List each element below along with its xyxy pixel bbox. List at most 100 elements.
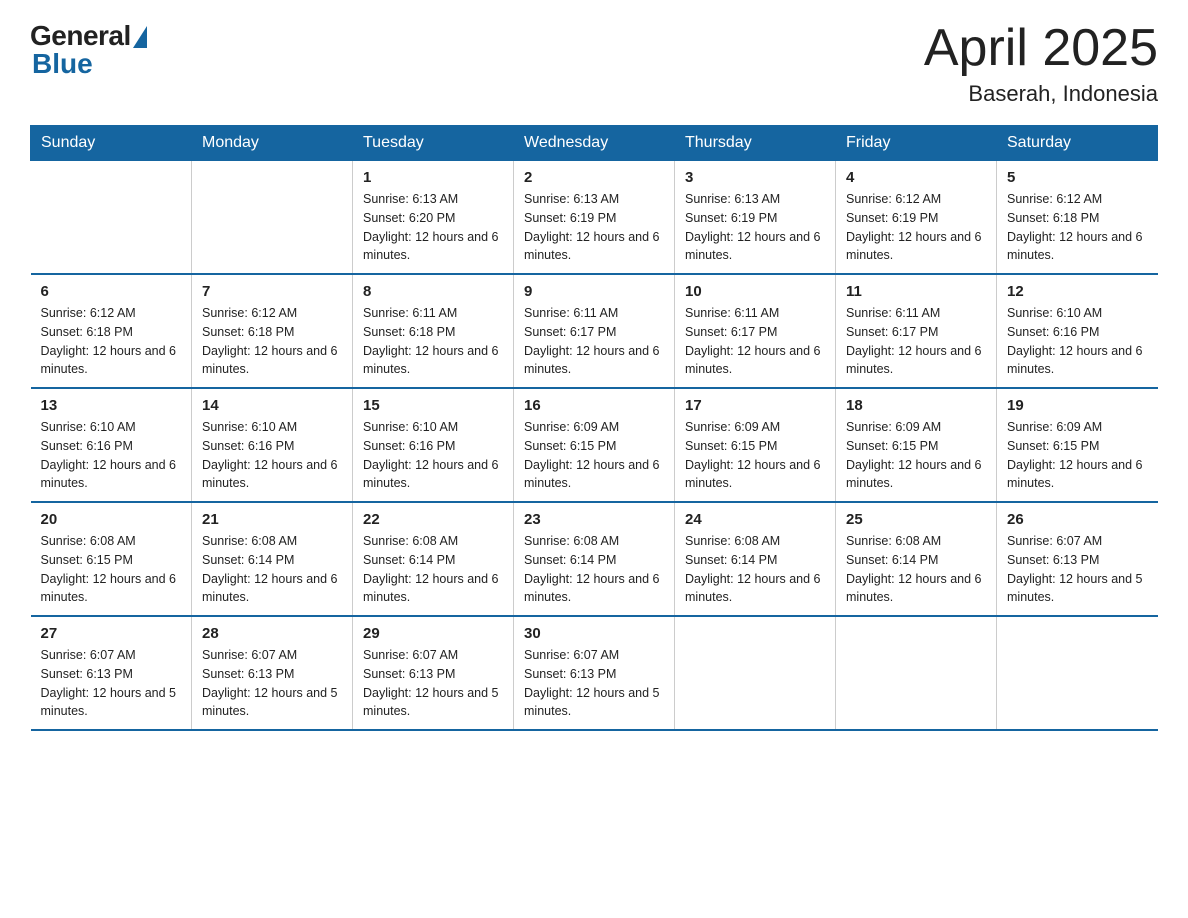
day-info: Sunrise: 6:08 AMSunset: 6:14 PMDaylight:… [363, 532, 503, 607]
calendar-cell: 22Sunrise: 6:08 AMSunset: 6:14 PMDayligh… [353, 502, 514, 616]
day-number: 12 [1007, 283, 1148, 300]
col-sunday: Sunday [31, 126, 192, 161]
day-info: Sunrise: 6:12 AMSunset: 6:19 PMDaylight:… [846, 190, 986, 265]
day-info: Sunrise: 6:08 AMSunset: 6:14 PMDaylight:… [846, 532, 986, 607]
logo-blue-text: Blue [32, 48, 93, 80]
calendar-header-row: Sunday Monday Tuesday Wednesday Thursday… [31, 126, 1158, 161]
calendar-cell: 12 Sunrise: 6:10 AMSunset: 6:16 PMDayligh… [997, 274, 1158, 388]
day-number: 18 [846, 397, 986, 414]
day-info: Sunrise: 6:10 AMSunset: 6:16 PMDaylight:… [41, 418, 182, 493]
day-info: Sunrise: 6:11 AMSunset: 6:17 PMDaylight:… [846, 304, 986, 379]
day-info: Sunrise: 6:08 AMSunset: 6:14 PMDaylight:… [685, 532, 825, 607]
calendar-cell: 7Sunrise: 6:12 AMSunset: 6:18 PMDaylight… [192, 274, 353, 388]
calendar-cell [997, 616, 1158, 730]
calendar-cell: 15 Sunrise: 6:10 AMSunset: 6:16 PMDayligh… [353, 388, 514, 502]
calendar-cell: 23 Sunrise: 6:08 AMSunset: 6:14 PMDayligh… [514, 502, 675, 616]
col-monday: Monday [192, 126, 353, 161]
calendar-week-row: 27 Sunrise: 6:07 AMSunset: 6:13 PMDayligh… [31, 616, 1158, 730]
col-saturday: Saturday [997, 126, 1158, 161]
page-title: April 2025 [924, 20, 1158, 77]
col-thursday: Thursday [675, 126, 836, 161]
day-number: 17 [685, 397, 825, 414]
day-number: 27 [41, 625, 182, 642]
calendar-week-row: 13 Sunrise: 6:10 AMSunset: 6:16 PMDayligh… [31, 388, 1158, 502]
day-number: 1 [363, 169, 503, 186]
calendar-table: Sunday Monday Tuesday Wednesday Thursday… [30, 125, 1158, 731]
day-number: 4 [846, 169, 986, 186]
calendar-cell: 14 Sunrise: 6:10 AMSunset: 6:16 PMDayligh… [192, 388, 353, 502]
day-info: Sunrise: 6:11 AMSunset: 6:18 PMDaylight:… [363, 304, 503, 379]
calendar-cell: 26 Sunrise: 6:07 AMSunset: 6:13 PMDayligh… [997, 502, 1158, 616]
title-block: April 2025 Baserah, Indonesia [924, 20, 1158, 107]
col-tuesday: Tuesday [353, 126, 514, 161]
day-info: Sunrise: 6:13 AMSunset: 6:20 PMDaylight:… [363, 190, 503, 265]
col-wednesday: Wednesday [514, 126, 675, 161]
calendar-cell: 5 Sunrise: 6:12 AMSunset: 6:18 PMDaylight… [997, 161, 1158, 275]
day-number: 30 [524, 625, 664, 642]
day-info: Sunrise: 6:10 AMSunset: 6:16 PMDaylight:… [1007, 304, 1148, 379]
day-info: Sunrise: 6:11 AMSunset: 6:17 PMDaylight:… [524, 304, 664, 379]
day-number: 24 [685, 511, 825, 528]
day-number: 15 [363, 397, 503, 414]
day-info: Sunrise: 6:09 AMSunset: 6:15 PMDaylight:… [524, 418, 664, 493]
calendar-cell [836, 616, 997, 730]
day-number: 8 [363, 283, 503, 300]
calendar-cell: 9 Sunrise: 6:11 AMSunset: 6:17 PMDaylight… [514, 274, 675, 388]
logo: General Blue [30, 20, 147, 80]
day-info: Sunrise: 6:11 AMSunset: 6:17 PMDaylight:… [685, 304, 825, 379]
day-number: 14 [202, 397, 342, 414]
day-number: 6 [41, 283, 182, 300]
calendar-cell: 24 Sunrise: 6:08 AMSunset: 6:14 PMDayligh… [675, 502, 836, 616]
calendar-cell: 2 Sunrise: 6:13 AMSunset: 6:19 PMDaylight… [514, 161, 675, 275]
day-number: 26 [1007, 511, 1148, 528]
calendar-cell: 17Sunrise: 6:09 AMSunset: 6:15 PMDayligh… [675, 388, 836, 502]
calendar-cell: 18Sunrise: 6:09 AMSunset: 6:15 PMDayligh… [836, 388, 997, 502]
page-header: General Blue April 2025 Baserah, Indones… [30, 20, 1158, 107]
day-info: Sunrise: 6:13 AMSunset: 6:19 PMDaylight:… [524, 190, 664, 265]
day-info: Sunrise: 6:09 AMSunset: 6:15 PMDaylight:… [1007, 418, 1148, 493]
calendar-cell: 1 Sunrise: 6:13 AMSunset: 6:20 PMDaylight… [353, 161, 514, 275]
calendar-cell: 8 Sunrise: 6:11 AMSunset: 6:18 PMDaylight… [353, 274, 514, 388]
day-number: 28 [202, 625, 342, 642]
day-number: 13 [41, 397, 182, 414]
logo-triangle-icon [133, 26, 147, 48]
calendar-cell: 11 Sunrise: 6:11 AMSunset: 6:17 PMDayligh… [836, 274, 997, 388]
day-info: Sunrise: 6:07 AMSunset: 6:13 PMDaylight:… [41, 646, 182, 721]
day-info: Sunrise: 6:10 AMSunset: 6:16 PMDaylight:… [363, 418, 503, 493]
calendar-cell [675, 616, 836, 730]
col-friday: Friday [836, 126, 997, 161]
calendar-week-row: 20 Sunrise: 6:08 AMSunset: 6:15 PMDayligh… [31, 502, 1158, 616]
calendar-cell: 13 Sunrise: 6:10 AMSunset: 6:16 PMDayligh… [31, 388, 192, 502]
day-number: 2 [524, 169, 664, 186]
day-number: 20 [41, 511, 182, 528]
day-number: 21 [202, 511, 342, 528]
calendar-week-row: 1 Sunrise: 6:13 AMSunset: 6:20 PMDaylight… [31, 161, 1158, 275]
day-info: Sunrise: 6:07 AMSunset: 6:13 PMDaylight:… [524, 646, 664, 721]
day-info: Sunrise: 6:07 AMSunset: 6:13 PMDaylight:… [1007, 532, 1148, 607]
day-number: 5 [1007, 169, 1148, 186]
day-info: Sunrise: 6:10 AMSunset: 6:16 PMDaylight:… [202, 418, 342, 493]
day-number: 29 [363, 625, 503, 642]
day-number: 25 [846, 511, 986, 528]
calendar-cell: 4 Sunrise: 6:12 AMSunset: 6:19 PMDaylight… [836, 161, 997, 275]
day-number: 9 [524, 283, 664, 300]
day-number: 3 [685, 169, 825, 186]
day-info: Sunrise: 6:08 AMSunset: 6:15 PMDaylight:… [41, 532, 182, 607]
day-info: Sunrise: 6:13 AMSunset: 6:19 PMDaylight:… [685, 190, 825, 265]
day-number: 19 [1007, 397, 1148, 414]
calendar-cell [192, 161, 353, 275]
day-number: 7 [202, 283, 342, 300]
day-number: 11 [846, 283, 986, 300]
day-info: Sunrise: 6:12 AMSunset: 6:18 PMDaylight:… [41, 304, 182, 379]
day-info: Sunrise: 6:12 AMSunset: 6:18 PMDaylight:… [1007, 190, 1148, 265]
day-number: 23 [524, 511, 664, 528]
calendar-cell: 25 Sunrise: 6:08 AMSunset: 6:14 PMDayligh… [836, 502, 997, 616]
calendar-cell: 21Sunrise: 6:08 AMSunset: 6:14 PMDayligh… [192, 502, 353, 616]
day-number: 16 [524, 397, 664, 414]
calendar-cell: 29Sunrise: 6:07 AMSunset: 6:13 PMDayligh… [353, 616, 514, 730]
calendar-cell: 28Sunrise: 6:07 AMSunset: 6:13 PMDayligh… [192, 616, 353, 730]
day-info: Sunrise: 6:08 AMSunset: 6:14 PMDaylight:… [524, 532, 664, 607]
calendar-cell: 6 Sunrise: 6:12 AMSunset: 6:18 PMDaylight… [31, 274, 192, 388]
calendar-cell: 10Sunrise: 6:11 AMSunset: 6:17 PMDayligh… [675, 274, 836, 388]
calendar-cell: 30 Sunrise: 6:07 AMSunset: 6:13 PMDayligh… [514, 616, 675, 730]
